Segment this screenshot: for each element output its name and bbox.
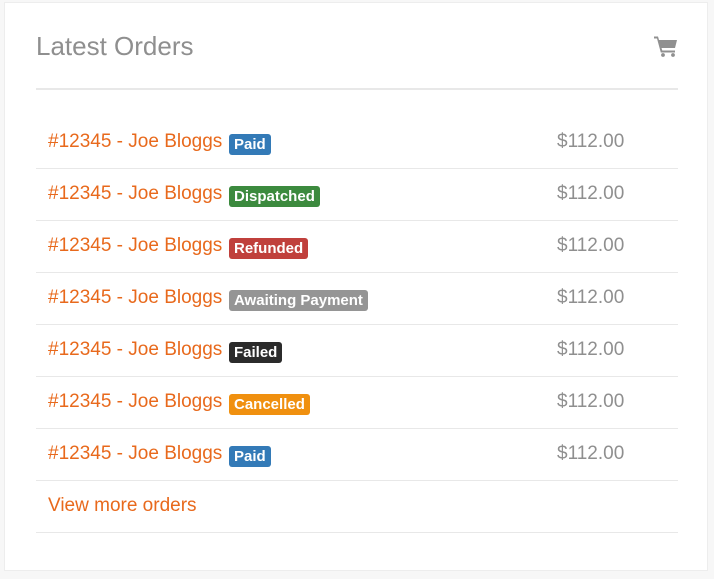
panel-header: Latest Orders [36, 3, 678, 90]
order-link[interactable]: #12345 - Joe Bloggs [48, 390, 222, 414]
order-amount: $112.00 [557, 287, 625, 308]
order-link[interactable]: #12345 - Joe Bloggs [48, 130, 222, 154]
order-link[interactable]: #12345 - Joe Bloggs [48, 286, 222, 310]
panel-footer: View more orders [36, 481, 678, 533]
order-row: #12345 - Joe Bloggs Cancelled $112.00 [36, 377, 678, 429]
order-link[interactable]: #12345 - Joe Bloggs [48, 338, 222, 362]
order-row: #12345 - Joe Bloggs Awaiting Payment $11… [36, 273, 678, 325]
status-badge: Paid [229, 134, 271, 155]
order-row: #12345 - Joe Bloggs Failed $112.00 [36, 325, 678, 377]
order-link[interactable]: #12345 - Joe Bloggs [48, 442, 222, 466]
view-more-orders-link[interactable]: View more orders [48, 494, 197, 518]
order-row: #12345 - Joe Bloggs Refunded $112.00 [36, 221, 678, 273]
shopping-cart-icon [654, 36, 677, 57]
status-badge: Cancelled [229, 394, 310, 415]
status-badge: Dispatched [229, 186, 320, 207]
order-amount: $112.00 [557, 183, 625, 204]
order-list: #12345 - Joe Bloggs Paid $112.00 #12345 … [36, 117, 678, 533]
status-badge: Failed [229, 342, 283, 363]
status-badge: Paid [229, 446, 271, 467]
status-badge: Awaiting Payment [229, 290, 368, 311]
order-row: #12345 - Joe Bloggs Paid $112.00 [36, 117, 678, 169]
panel-title: Latest Orders [36, 31, 194, 61]
order-amount: $112.00 [557, 235, 625, 256]
order-row: #12345 - Joe Bloggs Paid $112.00 [36, 429, 678, 481]
order-amount: $112.00 [557, 339, 625, 360]
latest-orders-panel: Latest Orders #12345 - Joe Bloggs Paid $… [4, 2, 708, 571]
order-amount: $112.00 [557, 131, 625, 152]
status-badge: Refunded [229, 238, 309, 259]
order-link[interactable]: #12345 - Joe Bloggs [48, 234, 222, 258]
order-amount: $112.00 [557, 391, 625, 412]
order-amount: $112.00 [557, 443, 625, 464]
order-link[interactable]: #12345 - Joe Bloggs [48, 182, 222, 206]
order-row: #12345 - Joe Bloggs Dispatched $112.00 [36, 169, 678, 221]
